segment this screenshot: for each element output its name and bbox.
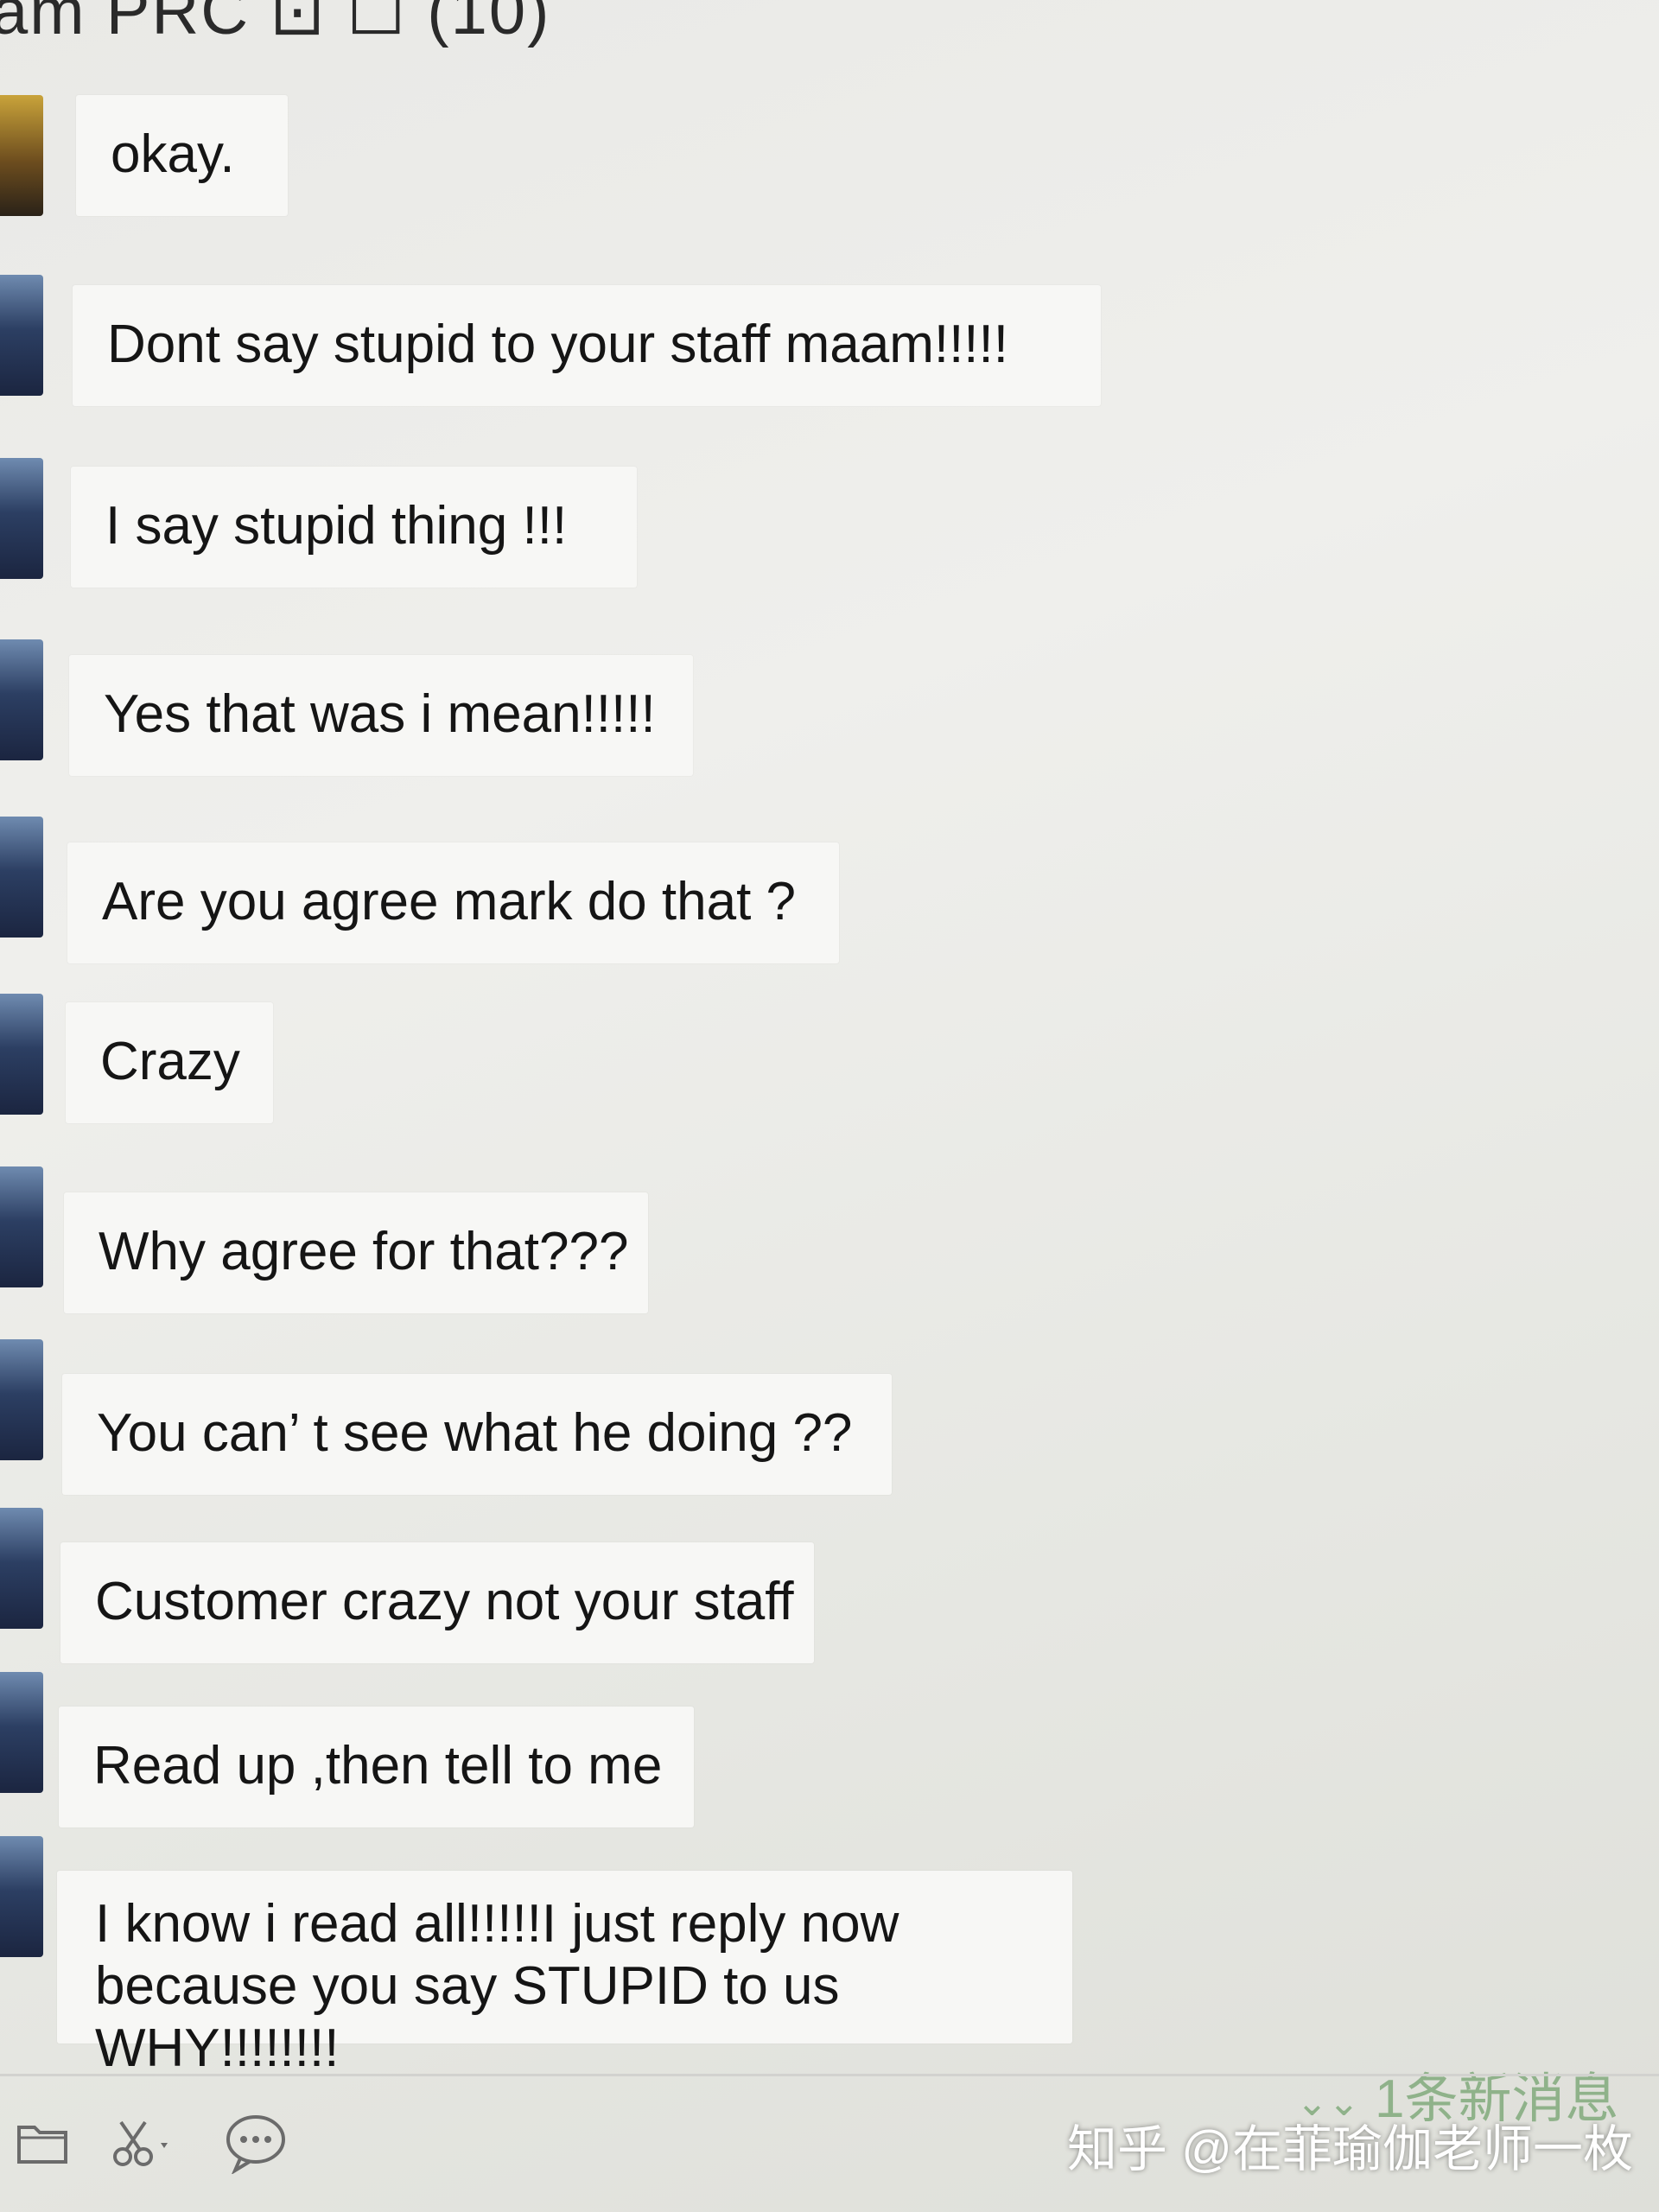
avatar[interactable] (0, 458, 43, 579)
message-bubble[interactable]: Yes that was i mean!!!!! (69, 655, 693, 776)
avatar[interactable] (0, 1836, 43, 1957)
avatar[interactable] (0, 994, 43, 1115)
chat-bubble-icon[interactable] (223, 2112, 289, 2175)
avatar[interactable] (0, 1508, 43, 1629)
folder-icon[interactable] (16, 2117, 69, 2167)
scissors-icon[interactable] (111, 2117, 180, 2171)
message-list[interactable]: okay. Dont say stupid to your staff maam… (0, 0, 1659, 2078)
message-bubble[interactable]: I know i read all!!!!!I just reply now b… (57, 1871, 1072, 2078)
avatar[interactable] (0, 1339, 43, 1460)
message-bubble[interactable]: Why agree for that??? (64, 1192, 648, 1313)
message-bubble[interactable]: Dont say stupid to your staff maam!!!!! (73, 285, 1101, 406)
message-bubble[interactable]: Crazy (66, 1002, 273, 1123)
watermark: 知乎 @在菲瑜伽老师一枚 (1067, 2121, 1633, 2177)
avatar[interactable] (0, 817, 43, 938)
message-bubble[interactable]: I say stupid thing !!! (71, 467, 637, 588)
toolbar-divider (0, 2074, 1659, 2076)
avatar[interactable] (0, 1672, 43, 1793)
message-bubble[interactable]: You can’ t see what he doing ?? (62, 1374, 892, 1495)
message-bubble[interactable]: Read up ,then tell to me (59, 1707, 694, 1827)
message-bubble[interactable]: okay. (76, 95, 288, 216)
avatar[interactable] (0, 639, 43, 760)
avatar[interactable] (0, 275, 43, 396)
avatar[interactable] (0, 1166, 43, 1287)
message-bubble[interactable]: Customer crazy not your staff (60, 1542, 814, 1663)
avatar[interactable] (0, 95, 43, 216)
message-bubble[interactable]: Are you agree mark do that ? (67, 842, 839, 963)
